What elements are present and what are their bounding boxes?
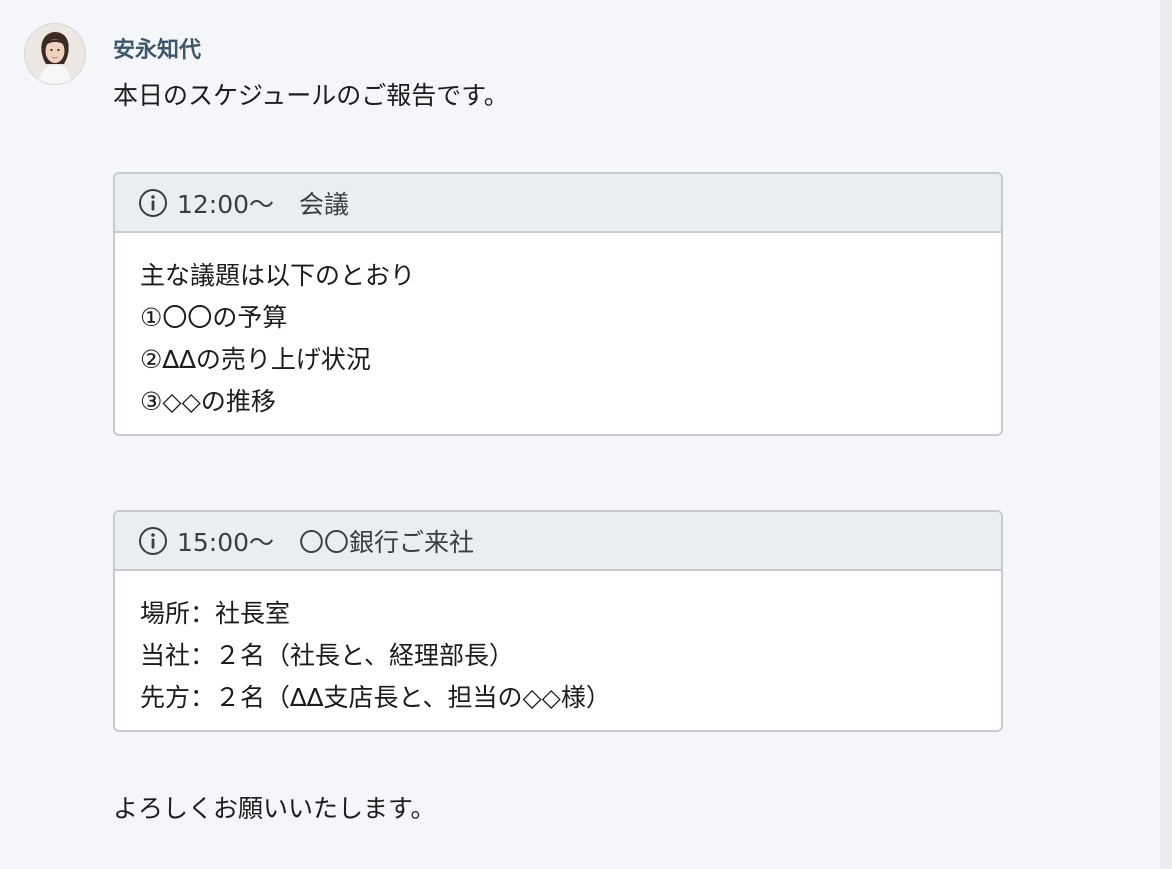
schedule-block-header: 12:00〜 会議 <box>115 174 1001 233</box>
sender-name[interactable]: 安永知代 <box>113 32 201 64</box>
chat-message: 安永知代 本日のスケジュールのご報告です。 12:00〜 会議 主な議題は以下の… <box>0 0 1160 869</box>
avatar-photo <box>25 24 85 84</box>
schedule-line: 場所：社長室 <box>140 599 291 628</box>
schedule-block: 15:00〜 〇〇銀行ご来社 場所：社長室 当社：２名（社長と、経理部長） 先方… <box>113 510 1003 732</box>
info-icon <box>138 526 168 556</box>
schedule-block: 12:00〜 会議 主な議題は以下のとおり ①〇〇の予算 ②∆∆の売り上げ状況 … <box>113 172 1003 436</box>
message-closing-text: よろしくお願いいたします。 <box>113 794 436 823</box>
schedule-line: ③◇◇の推移 <box>140 387 276 416</box>
schedule-line: ②∆∆の売り上げ状況 <box>140 345 371 374</box>
schedule-block-body: 場所：社長室 当社：２名（社長と、経理部長） 先方：２名（∆∆支店長と、担当の◇… <box>115 571 1001 719</box>
schedule-line: 当社：２名（社長と、経理部長） <box>140 641 515 670</box>
schedule-block-title: 15:00〜 〇〇銀行ご来社 <box>177 527 475 557</box>
message-intro-text: 本日のスケジュールのご報告です。 <box>113 81 509 110</box>
info-icon <box>138 188 168 218</box>
schedule-block-header: 15:00〜 〇〇銀行ご来社 <box>115 512 1001 571</box>
avatar[interactable] <box>24 23 86 85</box>
schedule-line: 先方：２名（∆∆支店長と、担当の◇◇様） <box>140 683 611 712</box>
schedule-block-body: 主な議題は以下のとおり ①〇〇の予算 ②∆∆の売り上げ状況 ③◇◇の推移 <box>115 233 1001 423</box>
schedule-block-title: 12:00〜 会議 <box>177 189 350 219</box>
schedule-line: 主な議題は以下のとおり <box>140 261 416 290</box>
schedule-line: ①〇〇の予算 <box>140 303 288 332</box>
scrollbar-track[interactable] <box>1160 0 1172 869</box>
